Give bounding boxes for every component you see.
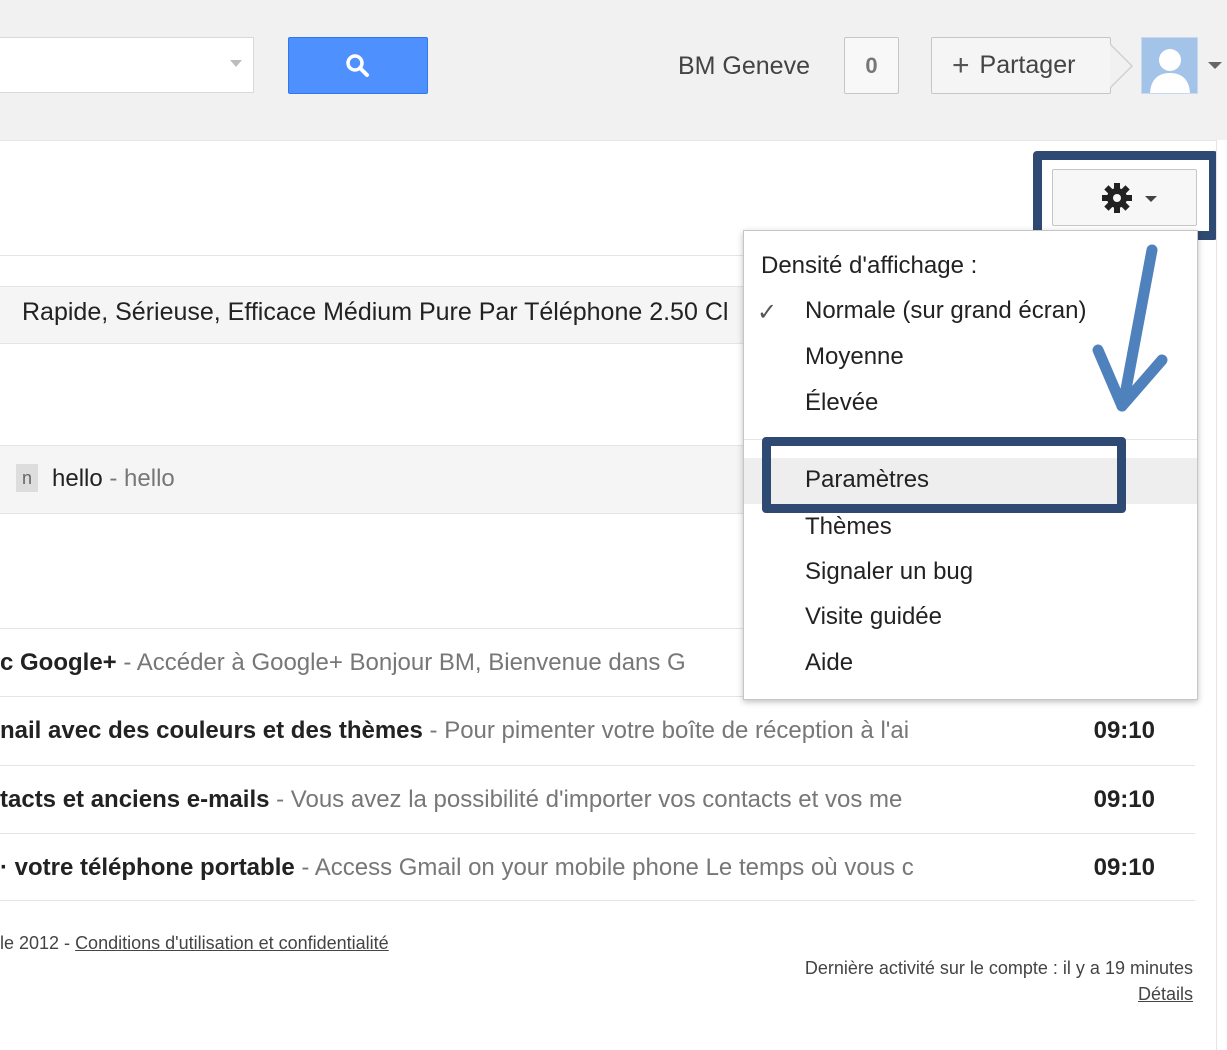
- last-activity-text: Dernière activité sur le compte : il y a…: [804, 958, 1193, 978]
- density-section-title: Densité d'affichage :: [761, 252, 978, 279]
- footer-copyright: le 2012 - Conditions d'utilisation et co…: [0, 933, 389, 954]
- menu-item-density-normal[interactable]: Normale (sur grand écran): [805, 297, 1086, 325]
- details-link[interactable]: Détails: [1060, 984, 1193, 1005]
- mail-snippet: Vous avez la possibilité d'importer vos …: [290, 786, 903, 813]
- mail-snippet: Pour pimenter votre boîte de réception à…: [444, 717, 910, 744]
- mail-subject: hello - hello: [52, 465, 175, 493]
- mail-summary: tacts et anciens e-mails - Vous avez la …: [0, 786, 985, 814]
- plus-icon: +: [952, 49, 970, 82]
- settings-item-highlight-annotation: [762, 437, 1126, 513]
- annotation-arrow-icon: [1092, 244, 1168, 412]
- share-notch-decoration: [1110, 44, 1134, 88]
- mail-time: 09:10: [1093, 786, 1155, 813]
- mail-snippet: hello: [124, 465, 175, 492]
- scrollbar[interactable]: [1216, 140, 1227, 1050]
- menu-item-help[interactable]: Aide: [805, 649, 853, 677]
- ad-text: Rapide, Sérieuse, Efficace Médium Pure P…: [22, 298, 729, 326]
- mail-separator: -: [102, 465, 125, 492]
- account-menu-chevron-icon[interactable]: [1208, 62, 1222, 69]
- mail-separator: -: [294, 854, 315, 881]
- mail-snippet: Accéder à Google+ Bonjour BM, Bienvenue …: [136, 649, 686, 676]
- mail-snippet: Access Gmail on your mobile phone Le tem…: [314, 854, 914, 881]
- mail-subject: c Google+: [0, 649, 117, 676]
- checkmark-icon: ✓: [757, 299, 778, 326]
- list-bottom-divider: [0, 900, 1195, 901]
- search-input[interactable]: [0, 37, 254, 93]
- menu-item-report-bug[interactable]: Signaler un bug: [805, 558, 973, 586]
- mail-summary: c Google+ - Accéder à Google+ Bonjour BM…: [0, 649, 740, 677]
- menu-item-themes[interactable]: Thèmes: [805, 513, 892, 541]
- search-icon: [346, 54, 369, 77]
- mail-separator: -: [269, 786, 291, 813]
- mail-time: 09:10: [1093, 854, 1155, 881]
- settings-highlight-annotation: [1033, 151, 1218, 240]
- mail-summary: nail avec des couleurs et des thèmes - P…: [0, 717, 985, 745]
- mail-summary: · votre téléphone portable - Access Gmai…: [0, 854, 985, 882]
- share-button[interactable]: + Partager: [931, 37, 1111, 94]
- mail-subject-text: hello: [52, 465, 103, 492]
- terms-link[interactable]: Conditions d'utilisation et confidential…: [75, 933, 389, 953]
- menu-item-density-high[interactable]: Élevée: [805, 389, 878, 417]
- menu-item-density-medium[interactable]: Moyenne: [805, 343, 904, 371]
- share-label: Partager: [979, 51, 1076, 79]
- menu-item-guided-tour[interactable]: Visite guidée: [805, 603, 942, 631]
- notification-count-button[interactable]: 0: [844, 37, 899, 94]
- search-button[interactable]: [288, 37, 428, 94]
- mail-subject: nail avec des couleurs et des thèmes: [0, 717, 423, 744]
- user-silhouette-icon: [1142, 38, 1197, 93]
- user-name-link[interactable]: BM Geneve: [662, 52, 826, 82]
- mail-separator: -: [422, 717, 445, 744]
- mail-subject: tacts et anciens e-mails: [0, 786, 270, 813]
- avatar[interactable]: [1141, 37, 1198, 94]
- mail-separator: -: [116, 649, 137, 676]
- search-options-dropdown-icon[interactable]: [230, 60, 242, 67]
- mail-time: 09:10: [1093, 717, 1155, 744]
- mail-subject: · votre téléphone portable: [0, 854, 295, 881]
- label-chip: n: [16, 464, 38, 492]
- copyright-text: le 2012 -: [0, 933, 76, 953]
